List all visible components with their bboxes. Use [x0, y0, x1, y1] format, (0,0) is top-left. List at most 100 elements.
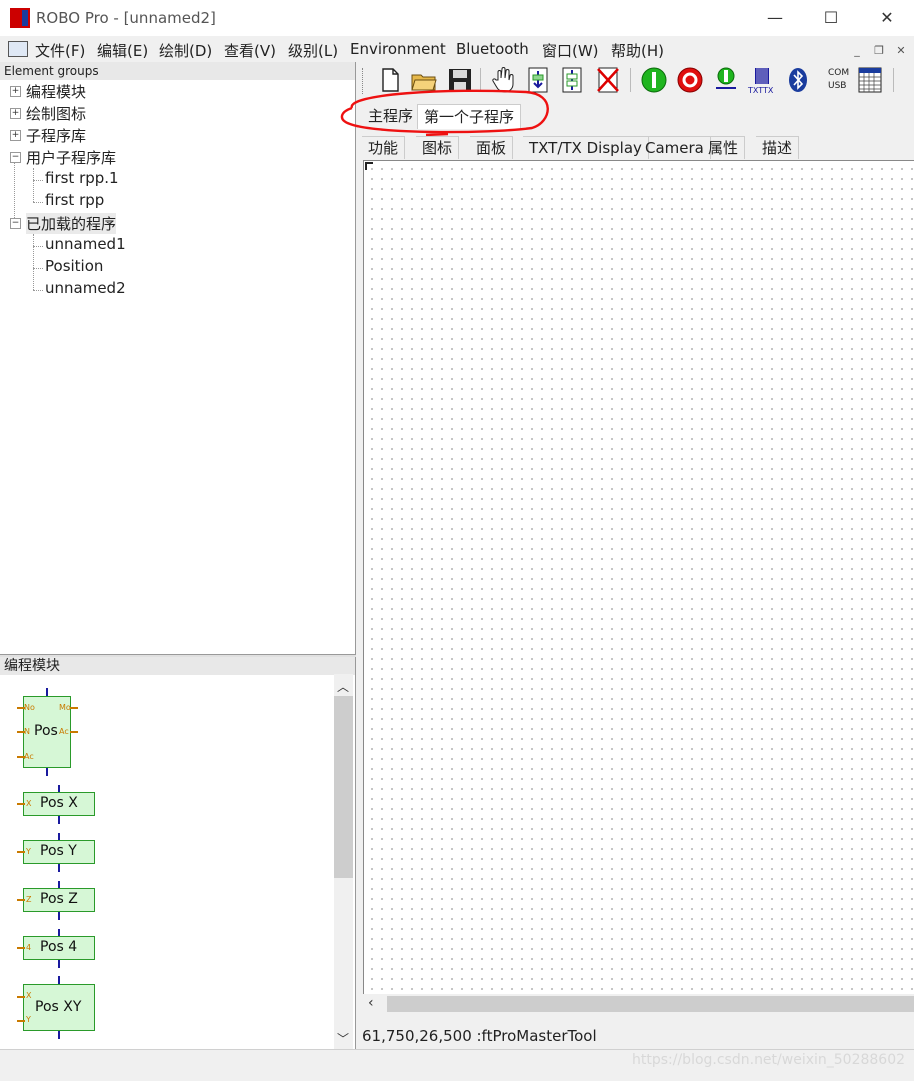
wire	[46, 688, 48, 696]
wire	[46, 768, 48, 776]
tree-item-subprogram-library[interactable]: 子程序库	[26, 125, 86, 146]
program-canvas[interactable]	[363, 160, 914, 995]
canvas-origin-marker	[365, 162, 373, 170]
tree-item-user-subprogram-library[interactable]: 用户子程序库	[26, 147, 116, 168]
collapse-icon[interactable]: −	[10, 218, 21, 229]
menu-edit[interactable]: 编辑(E)	[97, 40, 148, 61]
pin-label: N	[24, 727, 30, 736]
pos-4-block-label: Pos 4	[40, 939, 78, 955]
close-button[interactable]: ✕	[858, 0, 914, 36]
tab-functions[interactable]: 功能	[362, 136, 406, 159]
tree-item-unnamed1[interactable]: unnamed1	[45, 235, 126, 253]
menu-bluetooth[interactable]: Bluetooth	[456, 40, 529, 58]
pin-label: Y	[26, 847, 31, 856]
start-icon[interactable]	[640, 66, 668, 94]
menu-draw[interactable]: 绘制(D)	[159, 40, 212, 61]
wire	[58, 976, 60, 984]
online-icon[interactable]	[712, 66, 740, 94]
menu-environment[interactable]: Environment	[350, 40, 446, 58]
com-label: COM	[828, 68, 850, 78]
expand-icon[interactable]: +	[10, 108, 21, 119]
delete-icon[interactable]	[594, 66, 622, 94]
tree-item-programming-modules[interactable]: 编程模块	[26, 81, 86, 102]
wire	[58, 912, 60, 920]
title-bar: ROBO Pro - [unnamed2] — ☐ ✕	[0, 0, 914, 36]
maximize-button[interactable]: ☐	[802, 0, 860, 36]
mdi-close-icon[interactable]: ✕	[892, 42, 910, 60]
expand-icon[interactable]: +	[10, 86, 21, 97]
wire	[58, 816, 60, 824]
pos-z-block-label: Pos Z	[40, 891, 78, 907]
pin-label: Z	[26, 895, 32, 904]
tree-line	[33, 290, 43, 291]
annotation-circle	[340, 89, 549, 136]
txt-tx-label: TXTTX	[748, 86, 774, 95]
pos-block-label: Pos	[34, 723, 58, 739]
watermark: https://blog.csdn.net/weixin_50288602	[632, 1052, 906, 1068]
pin	[17, 803, 25, 805]
mdi-restore-icon[interactable]: ❐	[870, 42, 888, 60]
tree-line	[33, 168, 34, 202]
usb-label: USB	[828, 81, 847, 91]
tab-properties[interactable]: 属性	[702, 136, 746, 159]
tree-item-draw-icons[interactable]: 绘制图标	[26, 103, 86, 124]
scroll-up-icon[interactable]: ︿	[337, 678, 349, 695]
pin-label: Mo	[59, 703, 71, 712]
pin	[17, 947, 25, 949]
pin	[17, 899, 25, 901]
menu-level[interactable]: 级别(L)	[288, 40, 338, 61]
tab-panel[interactable]: 面板	[470, 136, 514, 159]
app-icon	[10, 8, 30, 28]
pin	[70, 731, 78, 733]
calculator-icon[interactable]	[856, 66, 884, 94]
pos-y-block-label: Pos Y	[40, 843, 77, 859]
com-usb-icon[interactable]: COM USB	[820, 66, 850, 94]
wire	[58, 864, 60, 872]
document-icon[interactable]	[8, 41, 28, 57]
stop-icon[interactable]	[676, 66, 704, 94]
pin-label: X	[26, 799, 32, 808]
collapse-icon[interactable]: −	[10, 152, 21, 163]
tree-line	[33, 234, 34, 290]
pin	[17, 1020, 25, 1022]
tree-line	[33, 268, 43, 269]
single-step-icon[interactable]	[558, 66, 586, 94]
menu-bar: 文件(F) 编辑(E) 绘制(D) 查看(V) 级别(L) Environmen…	[0, 36, 914, 62]
status-text: 61,750,26,500 :ftProMasterTool	[362, 1027, 597, 1045]
pin-label: No	[24, 703, 35, 712]
tree-line	[33, 246, 43, 247]
tree-item-first-rpp-1[interactable]: first rpp.1	[45, 169, 119, 187]
tree-item-loaded-programs[interactable]: 已加载的程序	[26, 213, 117, 234]
pin-label: 4	[26, 943, 32, 952]
tab-icons[interactable]: 图标	[416, 136, 460, 159]
expand-icon[interactable]: +	[10, 130, 21, 141]
menu-view[interactable]: 查看(V)	[224, 40, 276, 61]
mdi-minimize-icon[interactable]: _	[848, 42, 866, 60]
element-groups-header: Element groups	[0, 62, 355, 80]
palette-scroll-thumb[interactable]	[334, 696, 353, 878]
menu-window[interactable]: 窗口(W)	[542, 40, 599, 61]
tree-item-position[interactable]: Position	[45, 257, 103, 275]
minimize-button[interactable]: —	[746, 0, 804, 36]
tree-line	[33, 202, 43, 203]
tree-item-unnamed2[interactable]: unnamed2	[45, 279, 126, 297]
canvas-scroll-thumb[interactable]	[387, 996, 914, 1012]
scroll-left-icon[interactable]: ‹	[368, 995, 374, 1011]
toolbar-separator	[630, 68, 631, 92]
bluetooth-icon[interactable]	[784, 66, 812, 94]
menu-help[interactable]: 帮助(H)	[611, 40, 664, 61]
tab-txt-tx-display[interactable]: TXT/TX Display	[523, 136, 649, 159]
tree-item-first-rpp[interactable]: first rpp	[45, 191, 104, 209]
menu-file[interactable]: 文件(F)	[35, 40, 85, 61]
pin-label: Ac	[24, 752, 34, 761]
tab-camera[interactable]: Camera	[639, 136, 711, 159]
pin-label: X	[26, 991, 32, 1000]
pin	[17, 996, 25, 998]
tree-line	[14, 162, 15, 224]
toolbar-separator	[893, 68, 894, 92]
element-groups-panel: Element groups + 编程模块 + 绘制图标 + 子程序库 − 用户…	[0, 62, 356, 655]
tab-description[interactable]: 描述	[756, 136, 800, 159]
pin-label: Y	[26, 1015, 31, 1024]
scroll-down-icon[interactable]: ﹀	[337, 1030, 349, 1047]
window-title: ROBO Pro - [unnamed2]	[36, 9, 216, 27]
